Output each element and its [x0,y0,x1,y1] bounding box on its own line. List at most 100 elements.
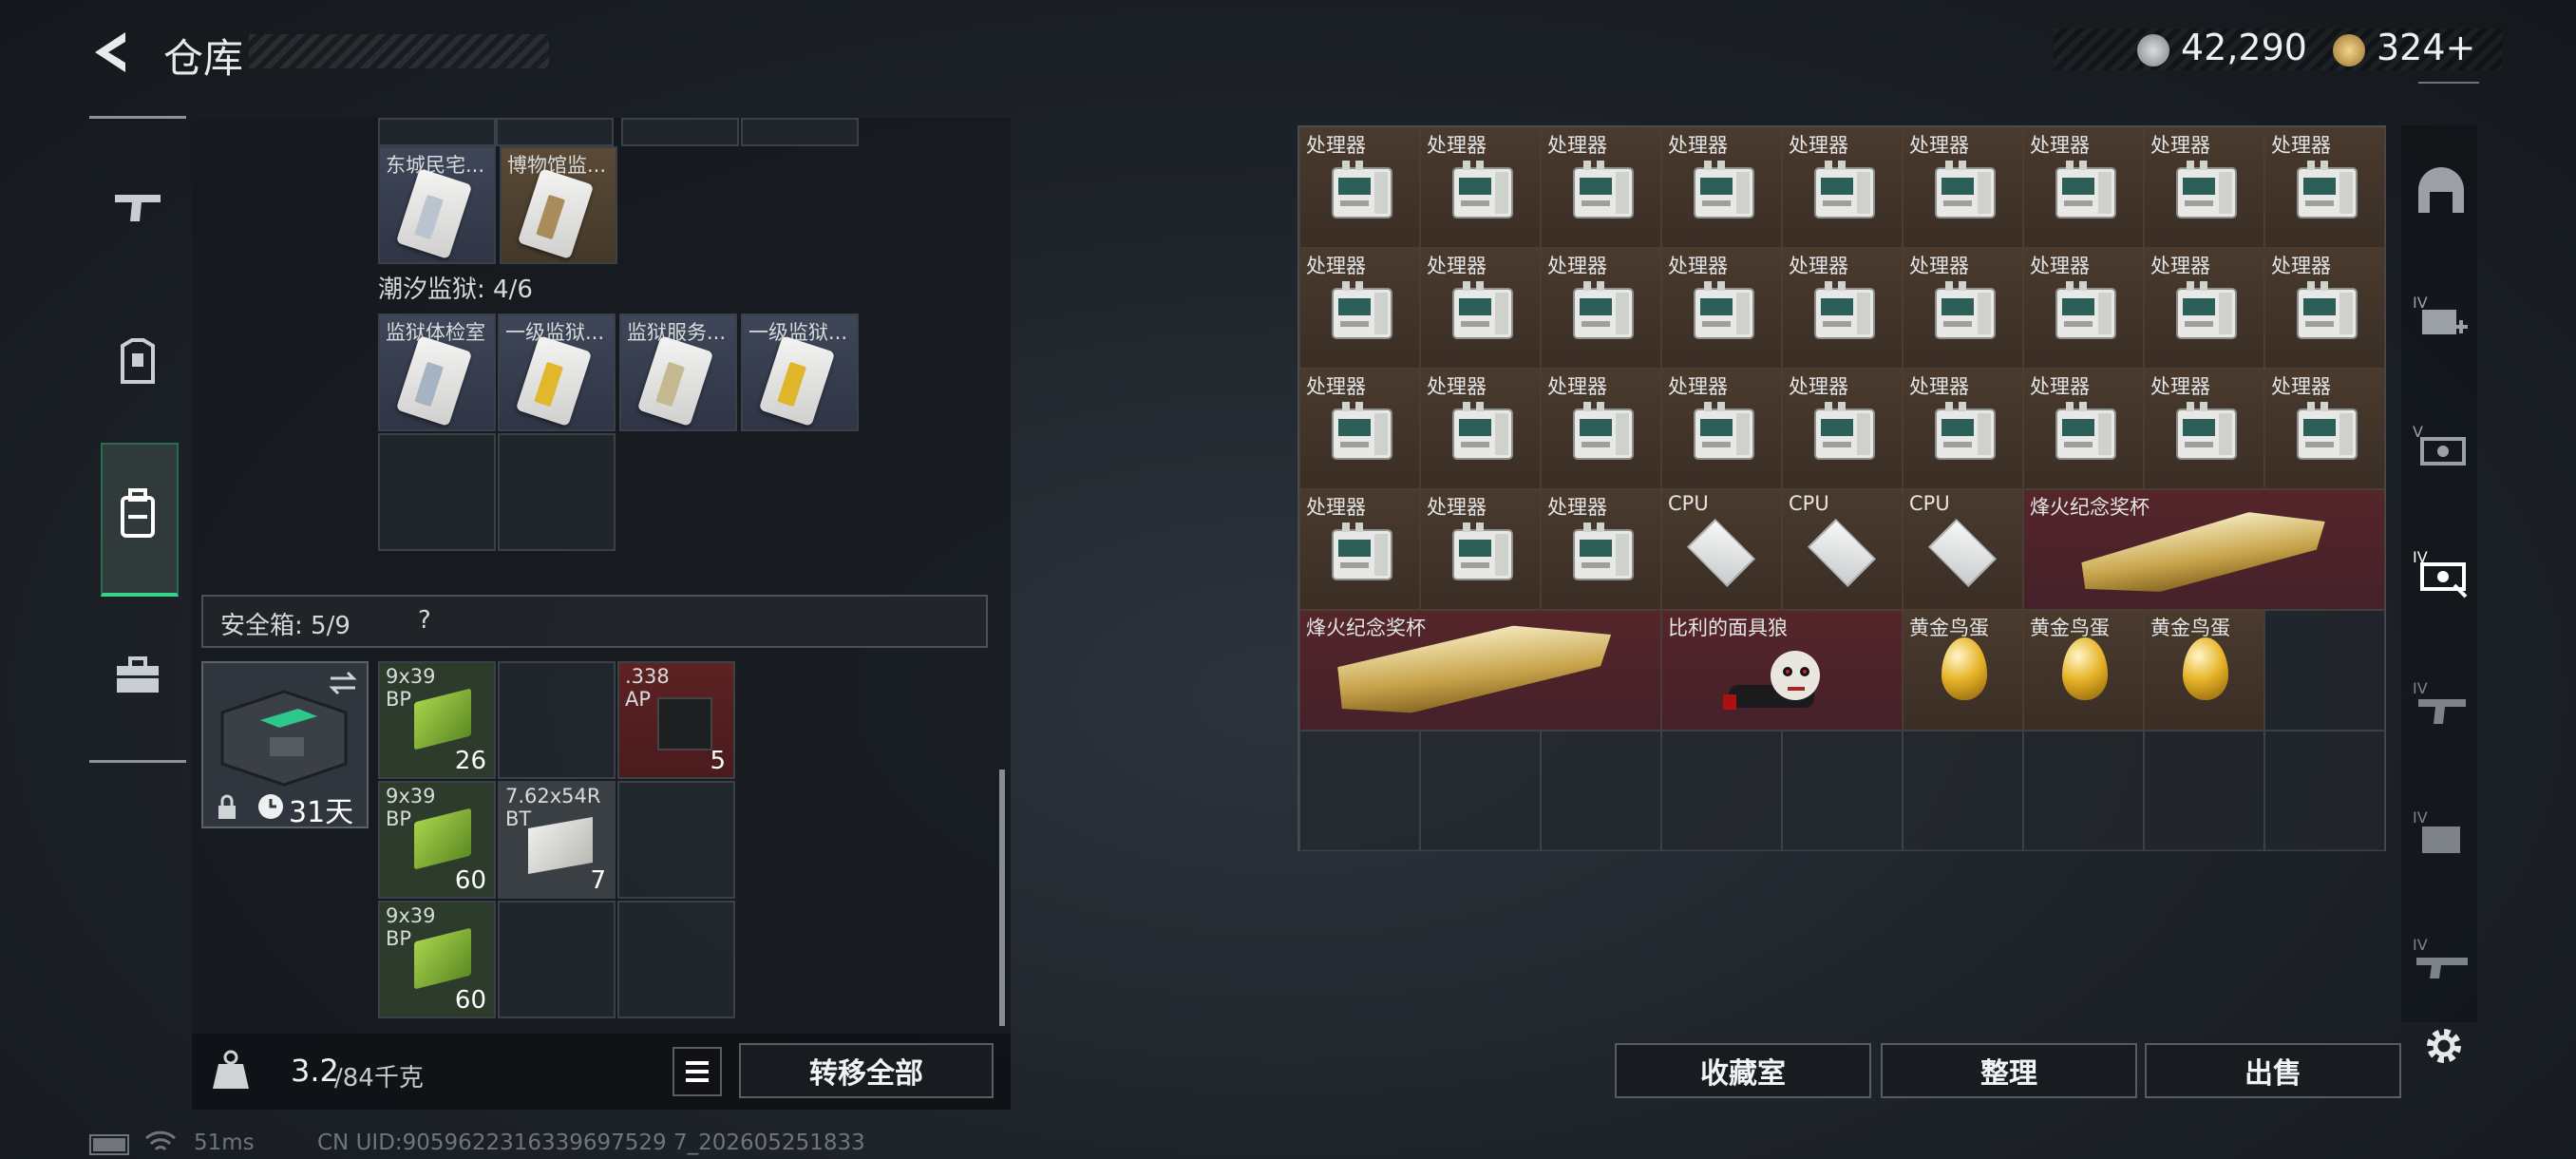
toolbox-icon[interactable] [99,636,177,714]
processor-item[interactable]: 处理器 [1661,127,1782,248]
ammo-slot[interactable]: 9x39 BP 26 [378,661,496,779]
safe-box-container[interactable]: 31天 [201,661,369,829]
golden-egg-item[interactable]: 黄金鸟蛋 [2144,610,2264,731]
processor-item[interactable]: 处理器 [1299,127,1420,248]
storage-iv-gun-tab-icon[interactable]: IV [2413,674,2470,732]
processor-item[interactable]: 处理器 [1903,248,2023,369]
empty-slot[interactable] [1541,731,1661,851]
safe-box-duration: 31天 [289,796,354,829]
item-label: CPU [1789,492,1829,515]
transfer-all-button[interactable]: 转移全部 [739,1043,994,1098]
processor-icon [1814,161,1875,218]
golden-egg-item[interactable]: 黄金鸟蛋 [1903,610,2023,731]
storage-iv-add-tab-icon[interactable]: IV [2413,289,2470,346]
keycard-slot[interactable]: 监狱服务... [619,314,737,431]
processor-item[interactable]: 处理器 [1420,248,1541,369]
battery-icon [89,1134,129,1155]
currency-gold[interactable]: 324+ [2377,27,2475,68]
processor-item[interactable]: 处理器 [1782,127,1903,248]
processor-item[interactable]: 处理器 [1903,127,2023,248]
processor-item[interactable]: 处理器 [2023,248,2144,369]
golden-egg-item[interactable]: 黄金鸟蛋 [2023,610,2144,731]
processor-icon [1935,281,1996,339]
empty-slot[interactable] [1299,731,1420,851]
processor-item[interactable]: 处理器 [1299,248,1420,369]
nav-bottom-line [89,760,186,763]
item-label: 处理器 [2150,255,2210,277]
sell-button[interactable]: 出售 [2145,1043,2401,1098]
storage-iv-rifle-tab-icon[interactable]: IV [2413,931,2470,988]
processor-item[interactable]: 处理器 [1541,369,1661,489]
keycard-slot[interactable]: 东城民宅... [378,146,496,264]
organize-button[interactable]: 整理 [1881,1043,2137,1098]
ammo-slot[interactable]: .338 AP 5 [617,661,735,779]
scrollbar[interactable] [999,770,1005,1026]
empty-slot[interactable] [2023,731,2144,851]
processor-item[interactable]: 处理器 [1420,489,1541,610]
processor-item[interactable]: 处理器 [2264,369,2385,489]
list-view-icon[interactable] [672,1047,722,1096]
keycard-slot[interactable]: 博物馆监... [500,146,617,264]
processor-item[interactable]: 处理器 [2264,248,2385,369]
empty-slot[interactable] [1420,731,1541,851]
cpu-item[interactable]: CPU [1661,489,1782,610]
backpack-icon[interactable] [99,475,177,553]
empty-slot[interactable] [498,901,616,1018]
item-label: 处理器 [2030,134,2090,157]
currency-silver: 42,290 [2181,27,2307,68]
keycard-slot[interactable]: 一级监狱... [741,314,859,431]
ammo-slot[interactable]: 9x39 BP 60 [378,901,496,1018]
saw-puppet-item[interactable]: 比利的面具狼 [1661,610,1903,731]
processor-item[interactable]: 处理器 [1541,489,1661,610]
empty-slot[interactable] [1661,731,1782,851]
processor-item[interactable]: 处理器 [1420,369,1541,489]
empty-slot[interactable] [1782,731,1903,851]
processor-item[interactable]: 处理器 [1782,248,1903,369]
processor-item[interactable]: 处理器 [1299,489,1420,610]
ammo-slot[interactable]: 9x39 BP 60 [378,781,496,899]
empty-slot[interactable] [617,901,735,1018]
help-icon[interactable]: ? [418,606,431,635]
processor-item[interactable]: 处理器 [2023,127,2144,248]
empty-slot[interactable] [2144,731,2264,851]
keycard-slot[interactable]: 监狱体检室 [378,314,496,431]
main-storage-tab-icon[interactable] [2413,163,2470,220]
trophy-item[interactable]: 烽火纪念奖杯 [1299,610,1661,731]
processor-item[interactable]: 处理器 [1661,369,1782,489]
storage-v-tab-icon[interactable]: V [2413,418,2470,475]
ammo-slot[interactable]: 7.62x54R BT 7 [498,781,616,899]
weapon-icon[interactable] [99,167,177,245]
empty-slot[interactable] [2264,731,2385,851]
collection-room-button[interactable]: 收藏室 [1615,1043,1871,1098]
processor-item[interactable]: 处理器 [1420,127,1541,248]
cpu-item[interactable]: CPU [1903,489,2023,610]
processor-icon [1452,281,1513,339]
processor-item[interactable]: 处理器 [1782,369,1903,489]
processor-item[interactable]: 处理器 [1299,369,1420,489]
processor-item[interactable]: 处理器 [2144,369,2264,489]
processor-item[interactable]: 处理器 [2264,127,2385,248]
swap-icon[interactable] [327,671,359,695]
empty-slot[interactable] [2264,610,2385,731]
empty-slot[interactable] [378,433,496,551]
storage-iv-folder-tab-icon[interactable]: IV [2413,804,2470,861]
processor-item[interactable]: 处理器 [1541,248,1661,369]
processor-item[interactable]: 处理器 [2144,127,2264,248]
processor-item[interactable]: 处理器 [1661,248,1782,369]
processor-item[interactable]: 处理器 [1903,369,2023,489]
processor-item[interactable]: 处理器 [2023,369,2144,489]
armor-icon[interactable] [99,323,177,401]
back-arrow-icon[interactable] [87,28,135,76]
settings-gear-icon[interactable] [2420,1022,2468,1070]
storage-iv-tab-icon-active[interactable]: IV [2413,543,2470,600]
item-label: 处理器 [1427,375,1487,398]
empty-slot[interactable] [498,661,616,779]
processor-item[interactable]: 处理器 [1541,127,1661,248]
trophy-item[interactable]: 烽火纪念奖杯 [2023,489,2385,610]
empty-slot[interactable] [617,781,735,899]
keycard-slot[interactable]: 一级监狱... [498,314,616,431]
empty-slot[interactable] [498,433,616,551]
empty-slot[interactable] [1903,731,2023,851]
cpu-item[interactable]: CPU [1782,489,1903,610]
processor-item[interactable]: 处理器 [2144,248,2264,369]
